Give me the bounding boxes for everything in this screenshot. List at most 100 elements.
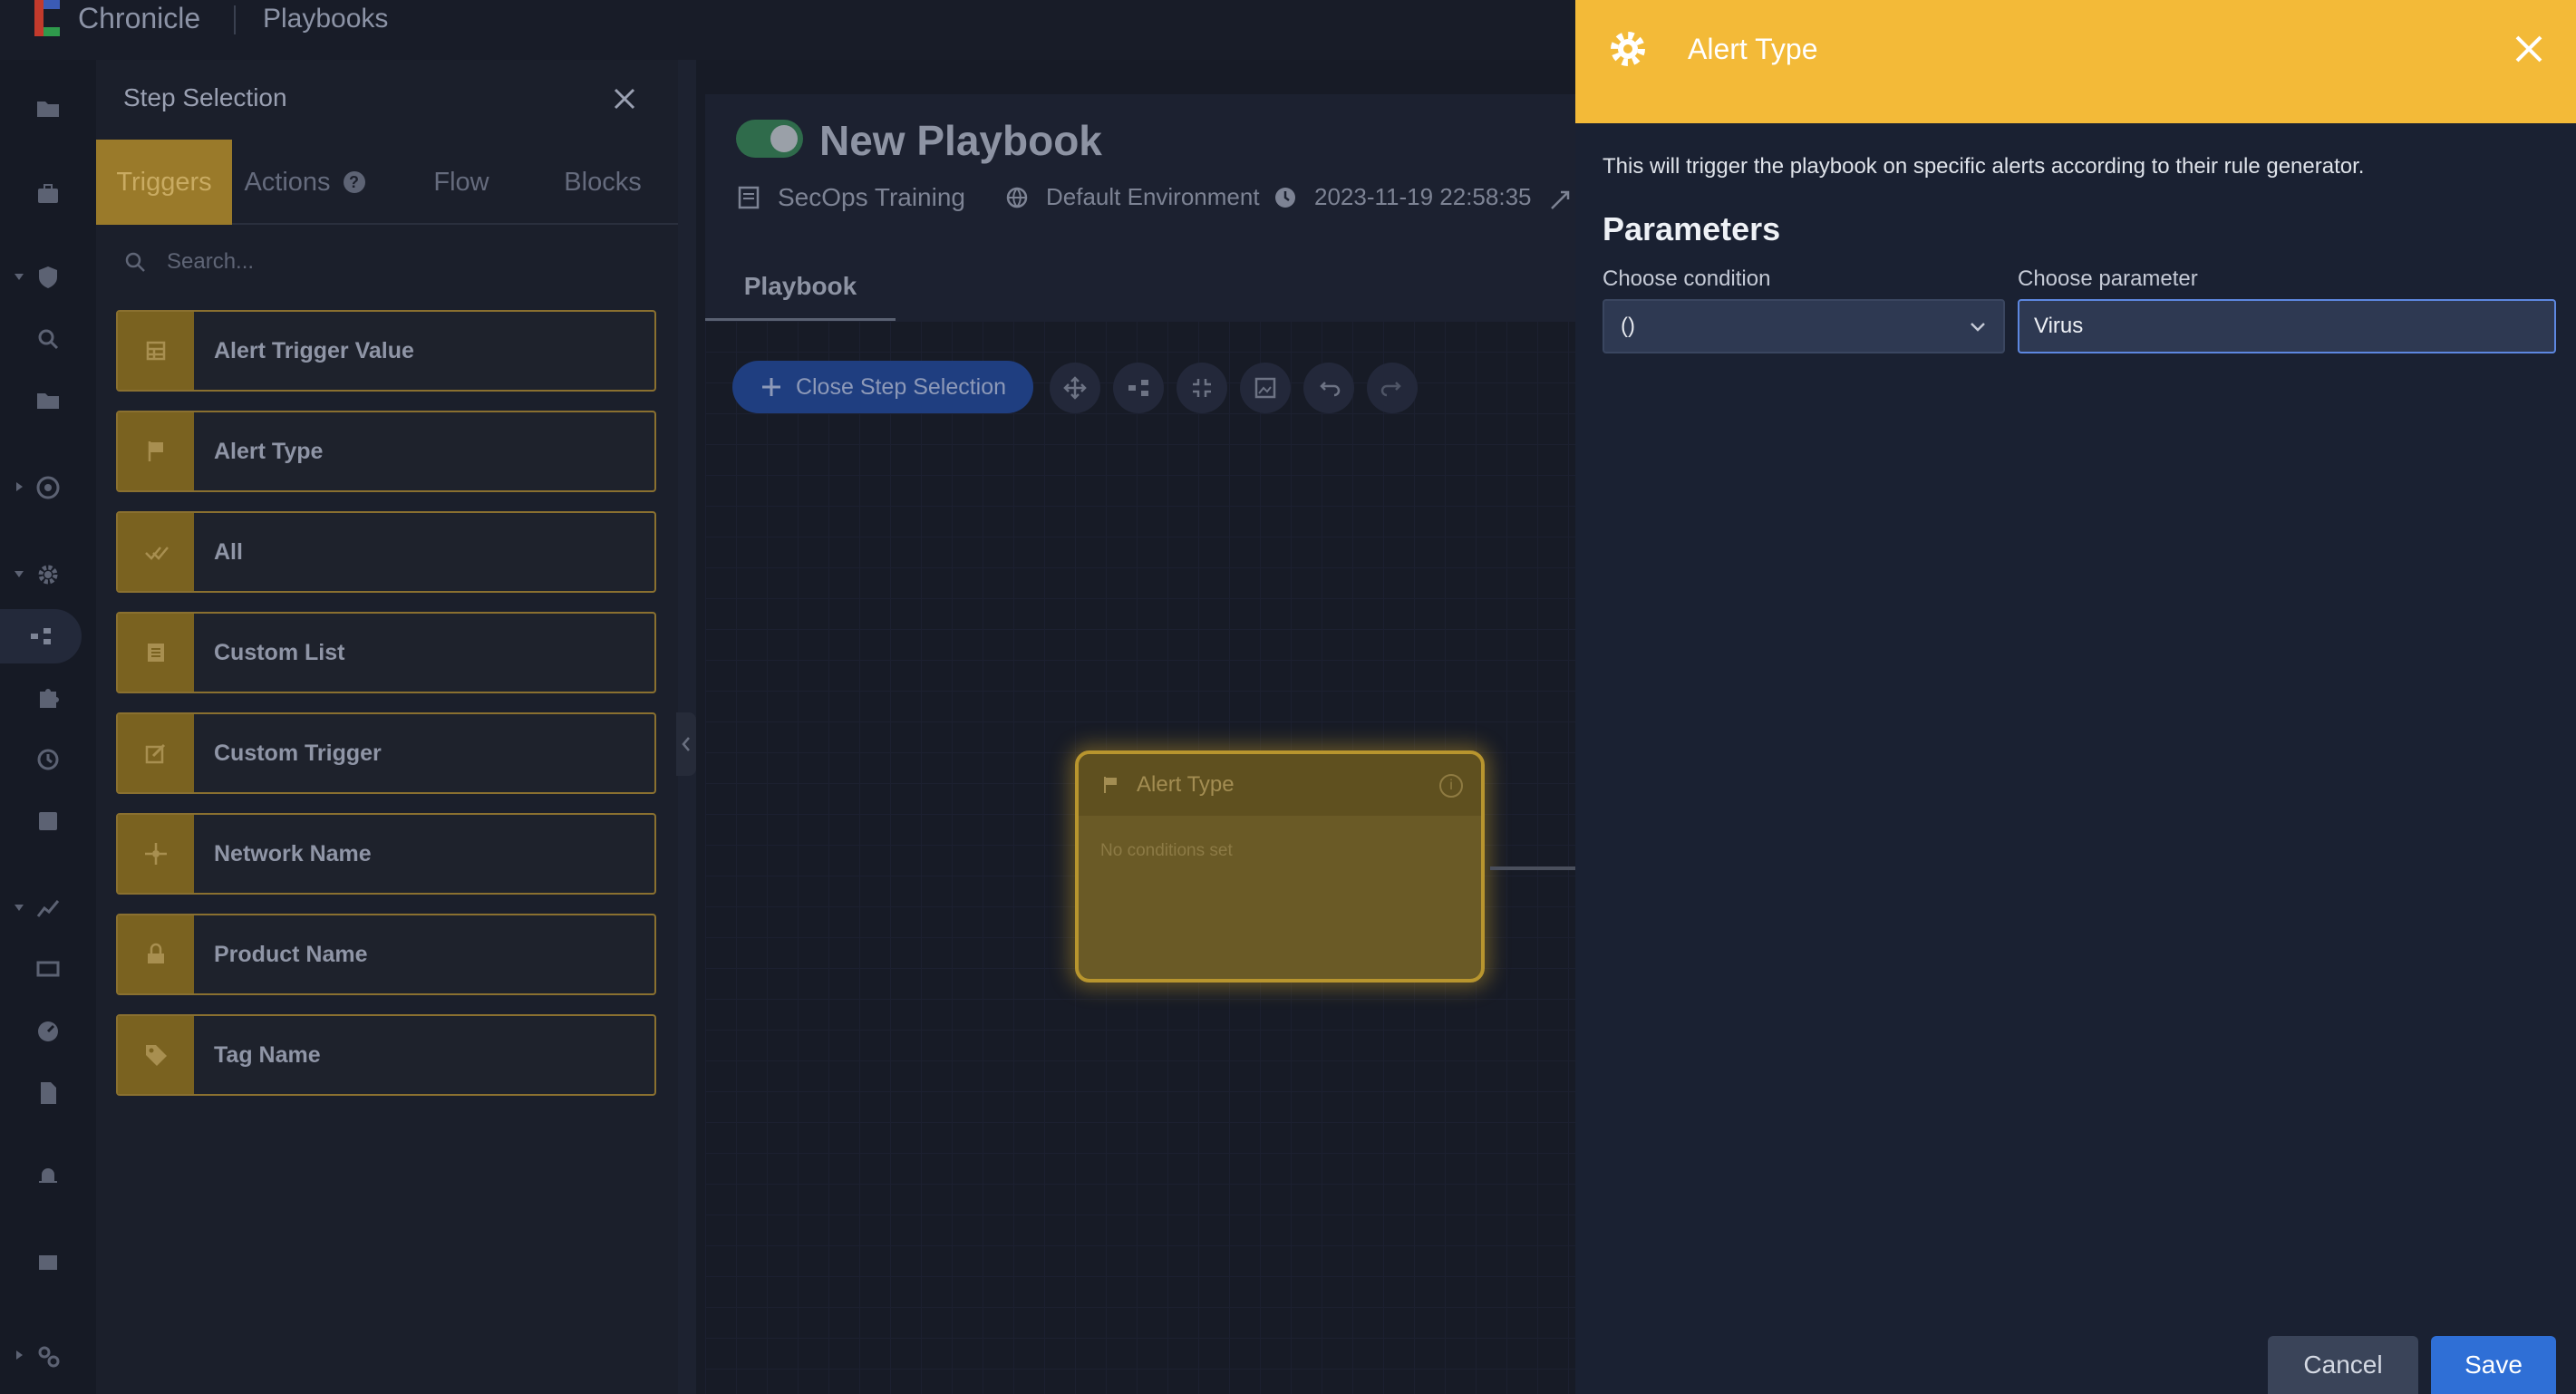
bell-icon [39,1168,57,1183]
rail-ide-button[interactable] [0,794,96,848]
parameter-input[interactable] [2018,299,2556,353]
rail-analytics-button[interactable] [0,881,96,935]
divider [234,5,236,34]
trigger-label: Network Name [214,840,372,866]
trigger-custom-list[interactable]: Custom List [116,612,656,693]
cancel-button[interactable]: Cancel [2268,1336,2418,1394]
edit-icon [145,743,166,764]
gear-icon [38,565,58,585]
tab-triggers[interactable]: Triggers [96,140,232,225]
radar-icon [36,476,60,499]
search-box [123,239,649,285]
step-tabs: Triggers Actions? Flow Blocks [96,140,678,225]
rail-search-button[interactable] [0,312,96,366]
redo-button[interactable] [1367,363,1418,413]
rail-integrations-button[interactable] [0,671,96,725]
monitor-icon [36,961,60,977]
trigger-label: Tag Name [214,1041,321,1068]
node-connector [1490,866,1575,870]
rail-dashboard-button[interactable] [0,1004,96,1059]
rail-cases-button[interactable] [0,167,96,221]
export-image-button[interactable] [1240,363,1291,413]
undo-button[interactable] [1303,363,1354,413]
playbook-environment[interactable]: Default Environment [1004,183,1260,211]
close-icon[interactable] [611,85,638,112]
playbook-title[interactable]: New Playbook [819,116,1102,165]
nav-rail [0,60,96,1394]
trigger-alert-trigger-value[interactable]: Alert Trigger Value [116,310,656,392]
trigger-tag-name[interactable]: Tag Name [116,1014,656,1096]
flow-icon [1128,380,1148,396]
search-input[interactable] [167,249,602,275]
trigger-label: Alert Type [214,438,324,464]
pan-tool-button[interactable] [1050,363,1100,413]
rail-monitor-button[interactable] [0,943,96,997]
trigger-network-name[interactable]: Network Name [116,813,656,895]
code-icon [39,812,57,830]
checks-icon [145,547,169,560]
network-icon [145,843,167,865]
node-title: Alert Type [1137,772,1235,797]
tab-flow[interactable]: Flow [393,140,529,225]
section-heading: Parameters [1603,210,1781,247]
save-button[interactable]: Save [2431,1336,2556,1394]
playbook-enabled-toggle[interactable] [736,120,803,158]
chart-icon [36,900,60,917]
playbook-canvas[interactable]: Close Step Selection Alert Type i No con… [705,321,1575,1394]
plus-icon [761,378,780,396]
alert-type-drawer: Alert Type This will trigger the playboo… [1575,0,2576,1394]
gauge-icon [38,1021,58,1041]
document-icon [41,1082,56,1104]
info-icon[interactable]: i [1439,774,1463,798]
fit-tool-button[interactable] [1177,363,1227,413]
search-icon [125,252,145,272]
parameter-label: Choose parameter [2018,266,2198,291]
history-icon [37,749,59,770]
playbook-folder[interactable]: SecOps Training [736,183,965,212]
playbook-timestamp: 2023-11-19 22:58:35 [1273,183,1532,211]
product-icon [148,943,164,963]
layout-tool-button[interactable] [1113,363,1164,413]
image-icon [1254,377,1276,399]
expand-icon[interactable] [1548,189,1572,212]
help-icon[interactable]: ? [343,171,365,193]
playbook-header: New Playbook SecOps Training Default Env… [705,94,1575,321]
redo-icon [1380,382,1401,397]
shield-icon [39,266,57,288]
tab-actions[interactable]: Actions? [232,140,377,225]
tab-blocks[interactable]: Blocks [535,140,671,225]
rail-shield-button[interactable] [0,250,96,305]
chevron-down-icon [1971,323,1985,332]
rail-folder-button[interactable] [0,82,96,136]
rail-marketplace-button[interactable] [0,1234,96,1289]
compress-icon [1193,379,1211,397]
trigger-product-name[interactable]: Product Name [116,914,656,995]
condition-label: Choose condition [1603,266,1771,291]
collapse-panel-handle[interactable] [676,712,696,776]
chronicle-logo-icon [34,0,60,36]
rail-reports-button[interactable] [0,1066,96,1120]
trigger-label: Custom Trigger [214,740,382,766]
rail-settings-button[interactable] [0,547,96,602]
puzzle-icon [40,689,59,708]
rail-playbooks-button[interactable] [0,609,82,663]
trigger-custom-trigger[interactable]: Custom Trigger [116,712,656,794]
condition-select[interactable]: () [1603,299,2005,353]
alert-type-node[interactable]: Alert Type i No conditions set [1075,750,1485,983]
rail-admin-button[interactable] [0,1329,96,1383]
trigger-alert-type[interactable]: Alert Type [116,411,656,492]
trigger-label: All [214,538,243,565]
close-icon[interactable] [2513,33,2545,65]
node-conditions: No conditions set [1100,841,1233,860]
rail-radar-button[interactable] [0,460,96,515]
trigger-all[interactable]: All [116,511,656,593]
rail-notifications-button[interactable] [0,1149,96,1204]
rail-history-button[interactable] [0,732,96,787]
playbook-designer: New Playbook SecOps Training Default Env… [696,60,1575,1394]
rail-files-button[interactable] [0,373,96,428]
tab-playbook[interactable]: Playbook [705,254,896,321]
close-step-selection-button[interactable]: Close Step Selection [732,361,1033,413]
drawer-title: Alert Type [1688,33,1818,65]
table-icon [146,341,166,361]
tag-icon [146,1045,167,1066]
